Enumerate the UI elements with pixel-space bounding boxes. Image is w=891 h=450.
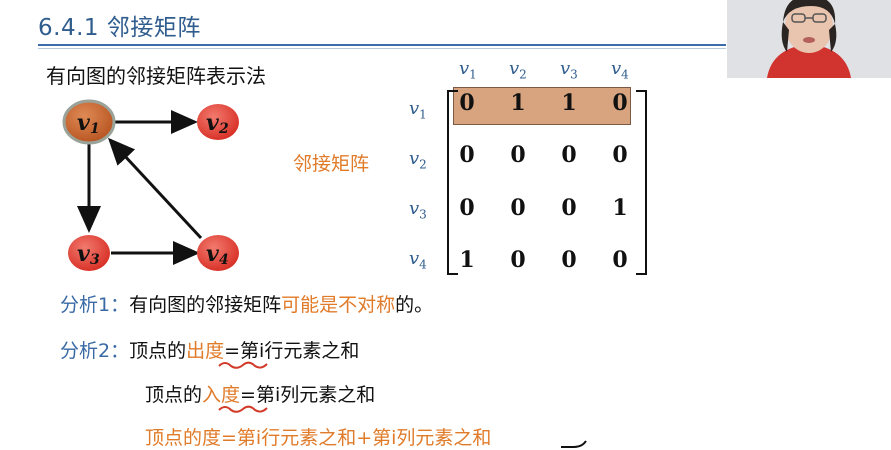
matrix-cell: 1 <box>561 90 577 116</box>
header-divider <box>38 44 726 46</box>
analysis-1-emphasis: 可能是不对称 <box>281 294 396 316</box>
graph-node-v4: v 4 <box>197 235 239 271</box>
matrix-bracket-right <box>636 90 647 275</box>
svg-text:v: v <box>206 110 219 136</box>
header-title: 6.4.1 邻接矩阵 <box>38 15 201 41</box>
svg-text:4: 4 <box>219 252 229 268</box>
graph-node-v3: v 3 <box>68 235 110 271</box>
analysis-1-text: 有向图的邻接矩阵 <box>129 294 282 316</box>
matrix-col-header: v2 <box>509 58 527 82</box>
analysis-2-out-degree: 分析2：顶点的出度=第i行元素之和 <box>60 336 359 363</box>
matrix-cell: 0 <box>612 90 628 116</box>
in-degree-underline <box>218 405 268 413</box>
matrix-row-header: v2 <box>409 148 427 172</box>
in-degree-prefix: 顶点的 <box>145 384 203 406</box>
matrix-cell: 1 <box>459 247 475 273</box>
edge-v4-v1 <box>107 137 203 240</box>
out-degree-def: =第i行元素之和 <box>224 340 360 362</box>
analysis-2-in-degree: 顶点的入度=第i列元素之和 <box>145 380 375 407</box>
matrix-cell: 0 <box>612 142 628 168</box>
matrix-row-header: v1 <box>409 98 427 122</box>
matrix-row-header: v3 <box>409 198 427 222</box>
svg-text:1: 1 <box>90 121 100 137</box>
degree-mark <box>561 440 587 448</box>
webcam-video <box>727 0 891 78</box>
svg-text:v: v <box>206 241 219 267</box>
matrix-cell: 0 <box>510 142 526 168</box>
matrix-row-header: v4 <box>409 248 427 272</box>
analysis-1-label: 分析1： <box>60 294 130 316</box>
graph-node-v2: v 2 <box>197 104 239 140</box>
matrix-cell: 1 <box>612 195 628 221</box>
matrix-cell: 0 <box>612 247 628 273</box>
svg-text:v: v <box>77 241 90 267</box>
analysis-2-degree: 顶点的度=第i行元素之和+第i列元素之和 <box>145 427 492 449</box>
matrix-cell: 1 <box>510 90 526 116</box>
matrix-cell: 0 <box>561 195 577 221</box>
out-degree-prefix: 顶点的 <box>129 340 187 362</box>
directed-graph: v 1 v 2 v 3 v 4 <box>62 99 239 271</box>
analysis-2-label: 分析2： <box>60 340 130 362</box>
in-degree-term: 入度 <box>202 384 241 406</box>
matrix-col-header: v1 <box>459 58 477 82</box>
graph-node-v1: v 1 <box>62 99 116 145</box>
header-divider-thin <box>38 48 726 49</box>
svg-text:3: 3 <box>90 252 100 268</box>
matrix-name: 邻接矩阵 <box>293 153 370 175</box>
analysis-1-end: 的。 <box>395 294 434 316</box>
matrix-cell: 0 <box>459 195 475 221</box>
svg-text:v: v <box>77 110 90 136</box>
in-degree-def: =第i列元素之和 <box>240 384 376 406</box>
matrix-cell: 0 <box>459 142 475 168</box>
matrix-cell: 0 <box>510 247 526 273</box>
matrix-cell: 0 <box>561 247 577 273</box>
svg-text:2: 2 <box>218 121 229 137</box>
matrix-col-header: v4 <box>611 58 629 82</box>
matrix-cell: 0 <box>459 90 475 116</box>
matrix-col-header: v3 <box>560 58 578 82</box>
analysis-1: 分析1：有向图的邻接矩阵可能是不对称的。 <box>60 290 433 317</box>
out-degree-term: 出度 <box>186 340 225 362</box>
matrix-cell: 0 <box>510 195 526 221</box>
out-degree-underline <box>218 361 268 369</box>
matrix-cell: 0 <box>561 142 577 168</box>
